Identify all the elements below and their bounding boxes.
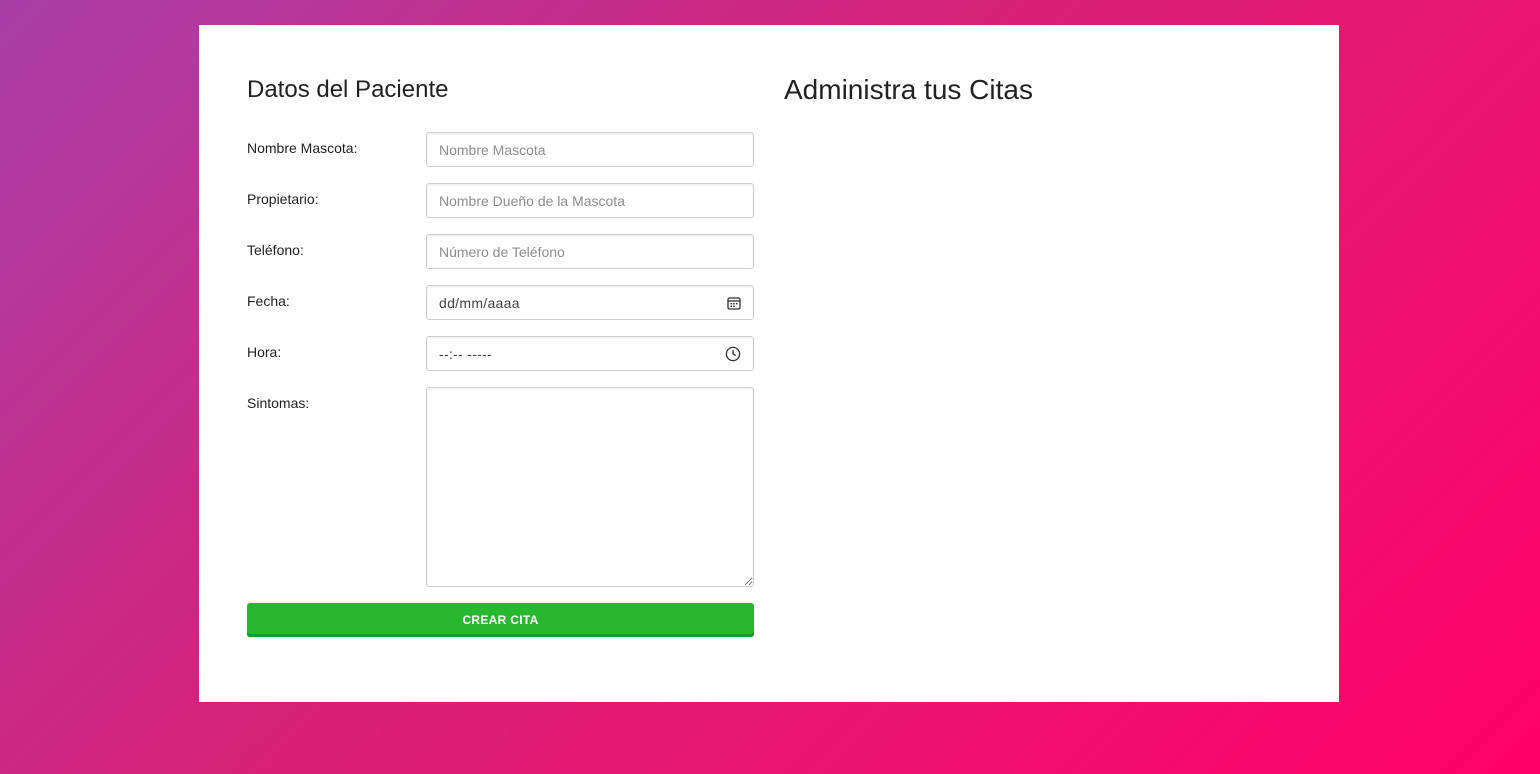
appointments-title: Administra tus Citas xyxy=(784,74,1033,105)
mascota-input[interactable] xyxy=(426,132,754,167)
patient-form: Datos del Paciente Nombre Mascota: Propi… xyxy=(247,75,754,637)
row-telefono: Teléfono: xyxy=(247,234,754,269)
telefono-label: Teléfono: xyxy=(247,242,304,258)
sintomas-textarea[interactable] xyxy=(426,387,754,587)
hora-value: --:-- ----- xyxy=(439,345,493,362)
propietario-label: Propietario: xyxy=(247,191,319,207)
create-appointment-button[interactable]: CREAR CITA xyxy=(247,603,754,637)
hora-label: Hora: xyxy=(247,344,282,360)
mascota-label: Nombre Mascota: xyxy=(247,140,358,156)
form-title: Datos del Paciente xyxy=(247,76,449,103)
row-fecha: Fecha: dd/mm/aaaa xyxy=(247,285,754,320)
telefono-input[interactable] xyxy=(426,234,754,269)
row-sintomas: Sintomas: xyxy=(247,387,754,587)
propietario-input[interactable] xyxy=(426,183,754,218)
appointments-panel: Administra tus Citas xyxy=(784,73,1294,107)
hora-input[interactable]: --:-- ----- xyxy=(426,336,754,371)
clock-icon[interactable] xyxy=(725,346,741,362)
fecha-label: Fecha: xyxy=(247,293,290,309)
row-hora: Hora: --:-- ----- xyxy=(247,336,754,371)
sintomas-label: Sintomas: xyxy=(247,395,310,411)
row-mascota: Nombre Mascota: xyxy=(247,132,754,167)
fecha-input[interactable]: dd/mm/aaaa xyxy=(426,285,754,320)
calendar-icon[interactable] xyxy=(727,296,741,310)
main-card: Datos del Paciente Nombre Mascota: Propi… xyxy=(199,25,1339,702)
fecha-value: dd/mm/aaaa xyxy=(439,294,520,311)
row-propietario: Propietario: xyxy=(247,183,754,218)
